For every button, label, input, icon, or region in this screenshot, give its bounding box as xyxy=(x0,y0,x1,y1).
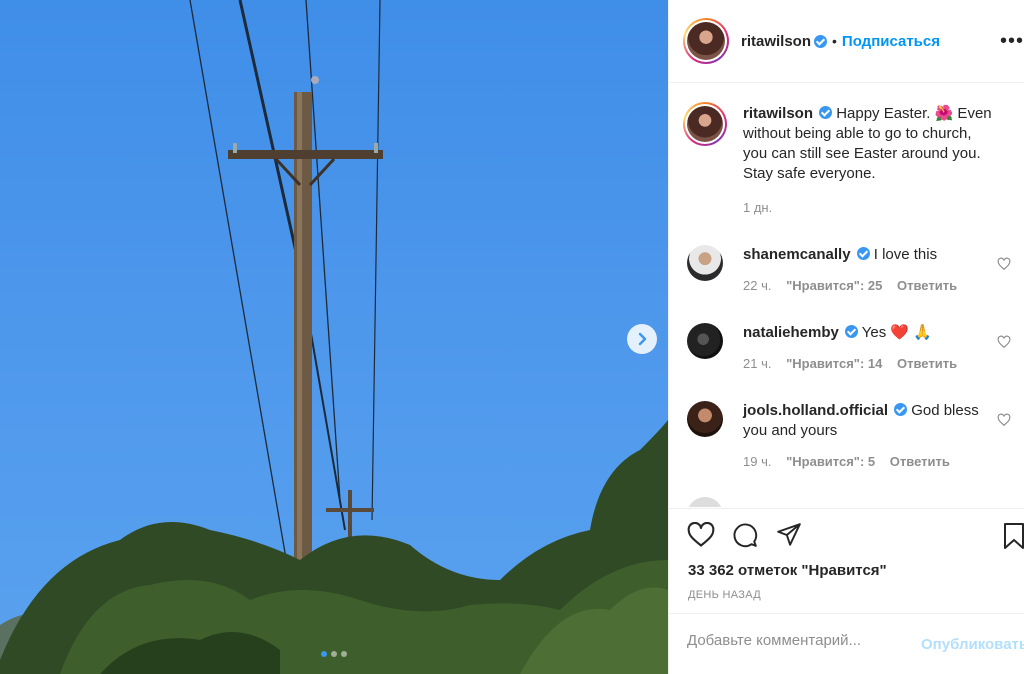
comment-item: shanemcanally I love this 22 ч. "Нравитс… xyxy=(687,245,1011,296)
bookmark-icon[interactable] xyxy=(1003,522,1024,555)
photo-scene xyxy=(0,0,668,674)
carousel-indicator xyxy=(0,651,668,657)
author-avatar[interactable] xyxy=(683,18,729,64)
comment-time: 19 ч. xyxy=(743,454,772,469)
comment-username[interactable]: shanemcanally xyxy=(743,246,851,263)
comment-icon[interactable] xyxy=(731,522,759,553)
carousel-dot xyxy=(331,651,337,657)
heart-icon[interactable] xyxy=(997,335,1011,354)
caption-time: 1 дн. xyxy=(743,200,773,215)
comments-list[interactable]: ritawilson Happy Easter. 🌺 Even without … xyxy=(669,83,1024,507)
caption: ritawilson Happy Easter. 🌺 Even without … xyxy=(683,102,1007,218)
likes-count[interactable]: 33 362 отметок "Нравится" xyxy=(688,562,887,579)
commenter-avatar[interactable] xyxy=(687,401,723,437)
post-photo[interactable] xyxy=(0,0,668,674)
header-separator: • xyxy=(832,33,837,49)
post-actions: 33 362 отметок "Нравится" ДЕНЬ НАЗАД xyxy=(669,508,1024,613)
verified-badge-icon xyxy=(856,247,870,260)
reply-button[interactable]: Ответить xyxy=(897,278,957,293)
caption-avatar[interactable] xyxy=(683,102,727,146)
commenter-avatar[interactable] xyxy=(687,497,723,507)
author-username[interactable]: ritawilson xyxy=(741,33,811,50)
post-side-panel: ritawilson • Подписаться ••• ritawilson … xyxy=(668,0,1024,674)
commenter-avatar[interactable] xyxy=(687,323,723,359)
comment-item: jools.holland.official God bless you and… xyxy=(687,401,1011,472)
comment-time: 21 ч. xyxy=(743,356,772,371)
publish-button[interactable]: Опубликовать xyxy=(921,636,1024,653)
share-icon[interactable] xyxy=(775,522,803,553)
verified-badge-icon xyxy=(894,403,908,416)
comment-text: Yes ❤️ 🙏 xyxy=(861,324,932,341)
caption-username[interactable]: ritawilson xyxy=(743,105,813,122)
carousel-dot xyxy=(341,651,347,657)
follow-button[interactable]: Подписаться xyxy=(842,33,940,50)
comment-likes[interactable]: "Нравится": 5 xyxy=(786,454,875,469)
carousel-next-button[interactable] xyxy=(627,324,657,354)
comment-username[interactable]: nataliehemby xyxy=(743,324,839,341)
comment-username[interactable]: jools.holland.official xyxy=(743,402,888,419)
commenter-avatar[interactable] xyxy=(687,245,723,281)
comment-item-partial xyxy=(687,497,1007,507)
verified-badge-icon xyxy=(844,325,858,338)
caption-text-start: Happy Easter. xyxy=(836,105,935,122)
comment-likes[interactable]: "Нравится": 14 xyxy=(786,356,882,371)
add-comment-bar: Опубликовать xyxy=(669,613,1024,674)
reply-button[interactable]: Ответить xyxy=(897,356,957,371)
heart-icon[interactable] xyxy=(997,257,1011,276)
heart-icon[interactable] xyxy=(997,413,1011,432)
more-options-icon[interactable]: ••• xyxy=(1000,30,1024,53)
post-header: ritawilson • Подписаться ••• xyxy=(669,0,1024,83)
carousel-dot xyxy=(321,651,327,657)
hibiscus-emoji-icon: 🌺 xyxy=(934,105,954,122)
comment-item: nataliehemby Yes ❤️ 🙏 21 ч. "Нравится": … xyxy=(687,323,1011,374)
verified-badge-icon xyxy=(814,34,828,48)
comment-likes[interactable]: "Нравится": 25 xyxy=(786,278,882,293)
avatar-image xyxy=(687,22,725,60)
like-heart-icon[interactable] xyxy=(687,521,715,553)
comment-input[interactable] xyxy=(687,632,907,649)
comment-time: 22 ч. xyxy=(743,278,772,293)
post-time: ДЕНЬ НАЗАД xyxy=(688,589,761,601)
chevron-right-icon xyxy=(638,332,647,346)
verified-badge-icon xyxy=(819,106,833,119)
comment-text: I love this xyxy=(873,246,938,263)
avatar-image xyxy=(687,106,723,142)
reply-button[interactable]: Ответить xyxy=(890,454,950,469)
